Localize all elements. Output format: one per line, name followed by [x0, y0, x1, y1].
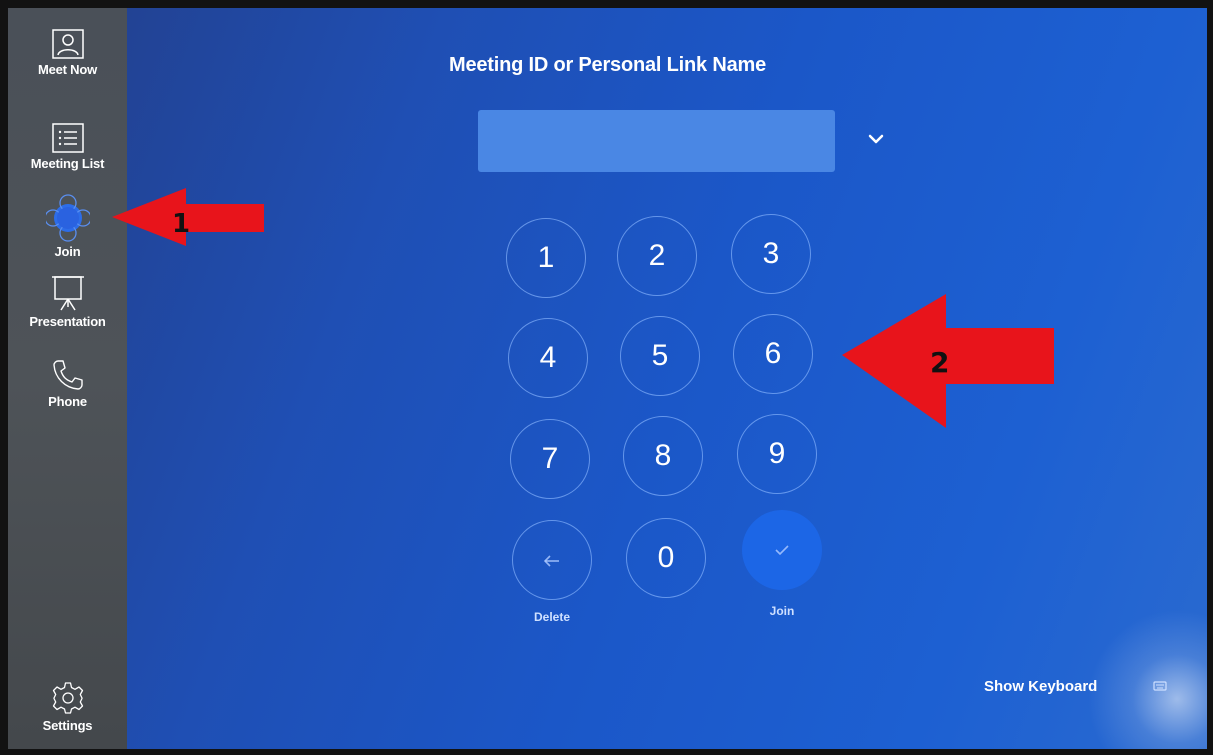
delete-label: Delete: [533, 610, 571, 624]
keypad-key-5[interactable]: 5: [620, 316, 700, 396]
keypad-key-9[interactable]: 9: [737, 414, 817, 494]
sidebar: Meet Now Meeting List Join Presentation …: [8, 8, 127, 749]
sidebar-item-label: Presentation: [29, 314, 106, 329]
annotation-number-2: 2: [930, 346, 949, 379]
join-button[interactable]: [742, 510, 822, 590]
chevron-down-icon[interactable]: [863, 126, 889, 152]
list-icon: [51, 123, 84, 153]
sidebar-item-label: Phone: [48, 394, 87, 409]
keypad-key-1[interactable]: 1: [506, 218, 586, 298]
screen: Meet Now Meeting List Join Presentation …: [8, 8, 1207, 749]
keypad-key-6[interactable]: 6: [733, 314, 813, 394]
projector-screen-icon: [51, 276, 84, 311]
keypad-key-8[interactable]: 8: [623, 416, 703, 496]
keypad-key-0[interactable]: 0: [626, 518, 706, 598]
keypad-key-3[interactable]: 3: [731, 214, 811, 294]
keypad-key-2[interactable]: 2: [617, 216, 697, 296]
annotation-arrow-2: 2: [842, 294, 1054, 428]
sidebar-item-label: Meeting List: [30, 156, 105, 171]
keypad-key-7[interactable]: 7: [510, 419, 590, 499]
device-frame: Meet Now Meeting List Join Presentation …: [0, 0, 1213, 755]
show-keyboard-button[interactable]: Show Keyboard: [984, 678, 1097, 695]
screen-glare: [1087, 609, 1207, 749]
meeting-id-input[interactable]: [478, 110, 835, 172]
sidebar-item-phone[interactable]: Phone: [8, 358, 127, 409]
gear-icon: [52, 682, 83, 714]
sidebar-item-meeting-list[interactable]: Meeting List: [8, 122, 127, 171]
phone-icon: [52, 360, 83, 390]
sidebar-item-presentation[interactable]: Presentation: [8, 274, 127, 329]
keyboard-icon[interactable]: [1152, 678, 1168, 694]
back-arrow-icon: [543, 555, 559, 567]
delete-button[interactable]: [512, 520, 592, 600]
join-icon: [45, 194, 90, 242]
annotation-arrow-1: 1: [112, 188, 264, 246]
sidebar-item-settings[interactable]: Settings: [8, 680, 127, 733]
keypad-key-4[interactable]: 4: [508, 318, 588, 398]
annotation-number-1: 1: [172, 209, 190, 239]
page-title: Meeting ID or Personal Link Name: [448, 54, 766, 76]
join-label: Join: [769, 604, 795, 618]
checkmark-icon: [775, 545, 789, 556]
sidebar-item-label: Settings: [42, 718, 93, 733]
